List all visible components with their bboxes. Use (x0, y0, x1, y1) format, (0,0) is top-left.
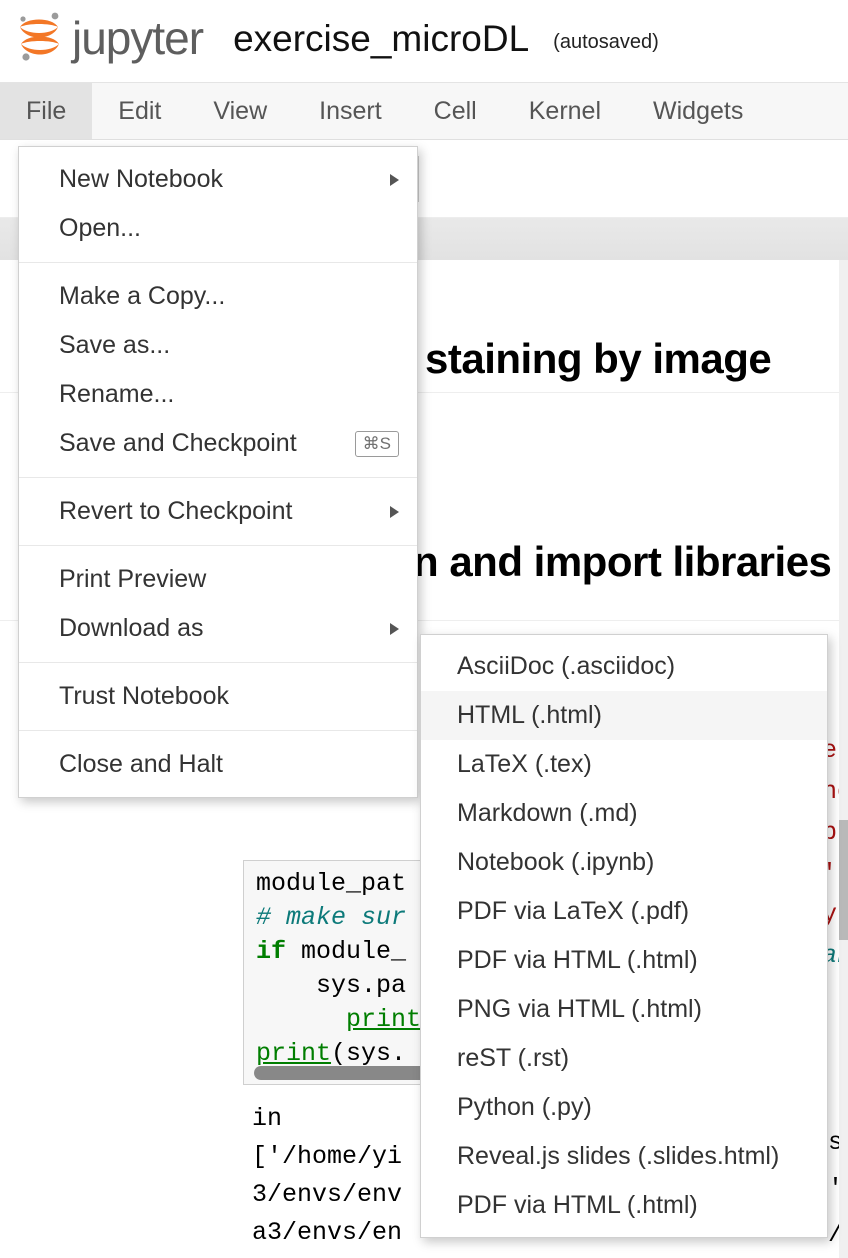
menu-bar: File Edit View Insert Cell Kernel Widgets (0, 82, 848, 140)
menu-item-label: Save as... (59, 331, 171, 359)
markdown-heading-1[interactable]: staining by image (425, 335, 772, 383)
code-token: print (256, 1039, 332, 1068)
menu-item-label: Open... (59, 214, 141, 242)
code-token: (sys. (331, 1039, 407, 1068)
menu-item-label: Close and Halt (59, 750, 223, 778)
submenu-arrow-icon (390, 505, 399, 518)
download-as-item-0[interactable]: AsciiDoc (.asciidoc) (421, 642, 827, 691)
menu-separator (19, 730, 417, 731)
download-as-item-label: HTML (.html) (457, 701, 602, 729)
file-menu-item-trust-notebook[interactable]: Trust Notebook (19, 672, 417, 721)
menu-label: Widgets (653, 96, 744, 125)
download-as-item-4[interactable]: Notebook (.ipynb) (421, 838, 827, 887)
file-menu-item-revert-to-checkpoint[interactable]: Revert to Checkpoint (19, 487, 417, 536)
menu-edit[interactable]: Edit (92, 83, 187, 139)
code-token: print (346, 1005, 422, 1034)
download-as-item-label: Notebook (.ipynb) (457, 848, 655, 876)
output-line: then/extensions (252, 1252, 477, 1258)
menu-view[interactable]: View (187, 83, 293, 139)
download-as-item-label: PNG via HTML (.html) (457, 995, 702, 1023)
jupyter-logo-icon[interactable] (14, 10, 70, 66)
code-token: # make sur (256, 903, 407, 932)
page-scrollbar[interactable] (839, 260, 848, 1258)
download-as-item-8[interactable]: reST (.rst) (421, 1034, 827, 1083)
download-as-item-label: Markdown (.md) (457, 799, 638, 827)
menu-label: Kernel (528, 96, 602, 125)
menu-cell[interactable]: Cell (408, 83, 503, 139)
markdown-heading-2[interactable]: n and import libraries (413, 538, 832, 586)
submenu-arrow-icon (390, 173, 399, 186)
code-token: if (256, 937, 287, 966)
download-as-item-6[interactable]: PDF via HTML (.html) (421, 936, 827, 985)
file-menu-item-close-and-halt[interactable]: Close and Halt (19, 740, 417, 789)
menu-kernel[interactable]: Kernel (503, 83, 627, 139)
download-as-item-11[interactable]: PDF via HTML (.html) (421, 1181, 827, 1230)
menu-widgets[interactable]: Widgets (627, 83, 769, 139)
file-menu-item-print-preview[interactable]: Print Preview (19, 555, 417, 604)
file-menu-item-save-and-checkpoint[interactable]: Save and Checkpoint ⌘S (19, 419, 417, 468)
download-as-item-label: reST (.rst) (457, 1044, 570, 1072)
download-as-submenu: AsciiDoc (.asciidoc) HTML (.html) LaTeX (.… (420, 634, 828, 1238)
file-menu-item-make-a-copy[interactable]: Make a Copy... (19, 272, 417, 321)
menu-separator (19, 477, 417, 478)
code-token: module_pat (256, 869, 407, 898)
keyboard-shortcut-badge: ⌘S (354, 430, 399, 457)
download-as-item-5[interactable]: PDF via LaTeX (.pdf) (421, 887, 827, 936)
menu-file[interactable]: File (0, 83, 93, 139)
menu-separator (19, 262, 417, 263)
menu-separator (19, 545, 417, 546)
download-as-item-1[interactable]: HTML (.html) (421, 691, 827, 740)
code-token: sys.pa (256, 971, 407, 1000)
download-as-item-9[interactable]: Python (.py) (421, 1083, 827, 1132)
jupyter-notebook-window: jupyter exercise_microDL (autosaved) Fil… (0, 0, 848, 1258)
submenu-arrow-icon (390, 622, 399, 635)
menu-item-label: Make a Copy... (59, 282, 226, 310)
menu-item-label: New Notebook (59, 165, 223, 193)
menu-label: Edit (118, 96, 162, 125)
menu-item-label: Print Preview (59, 565, 207, 593)
download-as-item-3[interactable]: Markdown (.md) (421, 789, 827, 838)
download-as-item-label: PDF via LaTeX (.pdf) (457, 897, 690, 925)
download-as-item-2[interactable]: LaTeX (.tex) (421, 740, 827, 789)
download-as-item-label: Python (.py) (457, 1093, 592, 1121)
page-scrollbar-thumb[interactable] (839, 820, 848, 940)
menu-label: Cell (433, 96, 477, 125)
file-menu-item-save-as[interactable]: Save as... (19, 321, 417, 370)
download-as-item-label: Reveal.js slides (.slides.html) (457, 1142, 780, 1170)
menu-separator (19, 662, 417, 663)
file-menu-item-open[interactable]: Open... (19, 204, 417, 253)
jupyter-brand-label: jupyter (72, 12, 204, 64)
save-status: (autosaved) (553, 31, 659, 53)
menu-label: View (213, 96, 268, 125)
download-as-item-10[interactable]: Reveal.js slides (.slides.html) (421, 1132, 827, 1181)
notebook-name[interactable]: exercise_microDL (233, 20, 529, 57)
download-as-item-label: PDF via HTML (.html) (457, 1191, 698, 1219)
menu-insert[interactable]: Insert (293, 83, 408, 139)
download-as-item-label: LaTeX (.tex) (457, 750, 592, 778)
notebook-header: jupyter exercise_microDL (autosaved) (0, 0, 848, 76)
menu-item-label: Download as (59, 614, 204, 642)
menu-label: Insert (319, 96, 382, 125)
file-menu-dropdown: New Notebook Open... Make a Copy... Save as… (18, 146, 418, 798)
download-as-item-label: PDF via HTML (.html) (457, 946, 698, 974)
file-menu-item-download-as[interactable]: Download as (19, 604, 417, 653)
code-token: module_ (286, 937, 407, 966)
download-as-item-7[interactable]: PNG via HTML (.html) (421, 985, 827, 1034)
menu-item-label: Trust Notebook (59, 682, 229, 710)
menu-item-label: Save and Checkpoint (59, 429, 297, 457)
menu-item-label: Revert to Checkpoint (59, 497, 293, 525)
menu-label: File (26, 96, 67, 125)
menu-item-label: Rename... (59, 380, 175, 408)
download-as-item-label: AsciiDoc (.asciidoc) (457, 652, 676, 680)
file-menu-item-new-notebook[interactable]: New Notebook (19, 155, 417, 204)
file-menu-item-rename[interactable]: Rename... (19, 370, 417, 419)
